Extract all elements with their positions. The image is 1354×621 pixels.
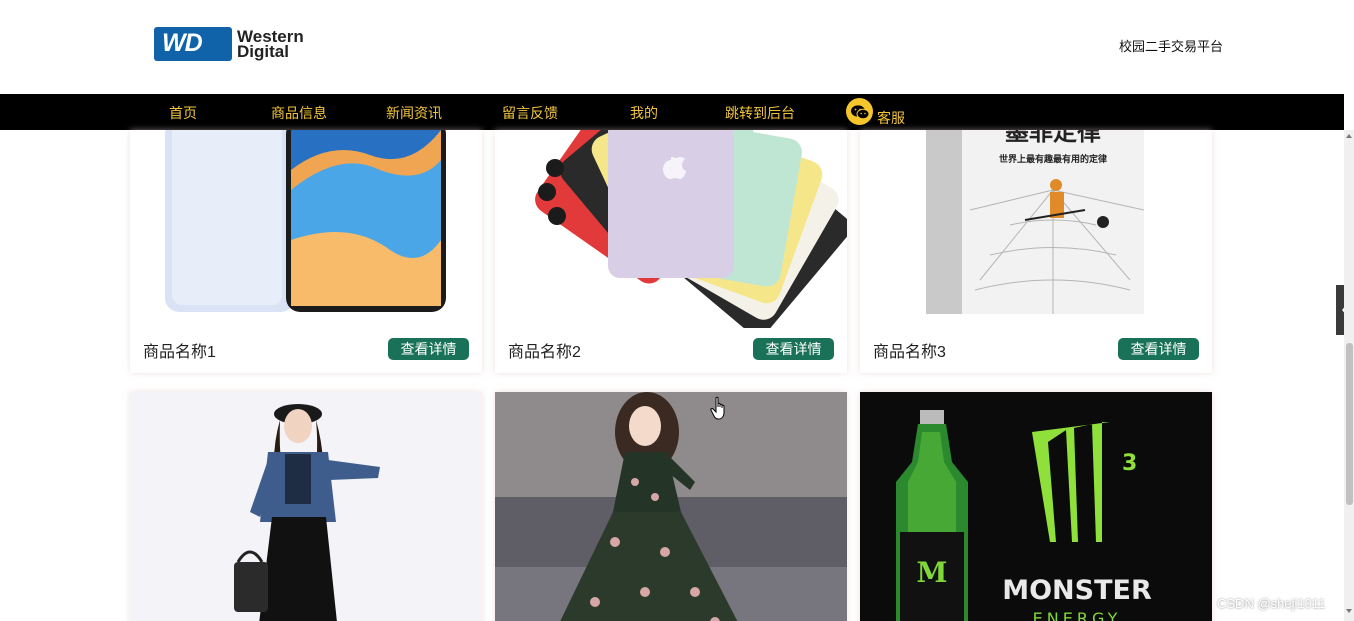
book-image: 墨菲定律 世界上最有趣最有用的定律 [860, 130, 1212, 328]
western-digital-logo[interactable]: WD Western Digital [154, 27, 304, 61]
hand-cursor-icon [710, 396, 725, 420]
monster-brand: MONSTER [1002, 575, 1152, 606]
nav-products[interactable]: 商品信息 [271, 103, 327, 123]
product-card[interactable]: M 3 MONSTER ENERGY [860, 392, 1212, 621]
product-name: 商品名称2 [508, 344, 581, 361]
view-details-button[interactable]: 查看详情 [753, 338, 834, 360]
wd-badge: WD [154, 27, 232, 61]
monster-tagline: ENERGY [1033, 609, 1122, 621]
product-card[interactable]: 墨菲定律 世界上最有趣最有用的定律 商品名称3 查看详情 [860, 130, 1212, 373]
product-name: 商品名称1 [143, 344, 216, 361]
nav-news[interactable]: 新闻资讯 [386, 103, 442, 123]
iphone-image [495, 130, 847, 328]
site-name: 校园二手交易平台 [1119, 39, 1224, 54]
csdn-watermark: CSDN @sheji1011 [1217, 596, 1326, 611]
site-header: WD Western Digital 校园二手交易平台 [0, 0, 1354, 94]
product-card[interactable] [130, 392, 482, 621]
main-nav: 首页 商品信息 新闻资讯 留言反馈 我的 跳转到后台 客服 [0, 94, 1344, 130]
nav-customer-service[interactable]: 客服 [877, 108, 905, 128]
wd-badge-text: WD [162, 29, 203, 57]
bottle-logo: M [917, 556, 948, 589]
wechat-icon[interactable] [846, 98, 873, 125]
product-card[interactable]: 商品名称1 查看详情 [130, 130, 482, 373]
view-details-button[interactable]: 查看详情 [1118, 338, 1199, 360]
product-card[interactable]: 商品名称2 查看详情 [495, 130, 847, 373]
logo-line-2: Digital [237, 42, 289, 61]
nav-home[interactable]: 首页 [169, 103, 197, 123]
logo-wordmark: Western Digital [237, 28, 304, 61]
floral-dress-image [495, 392, 847, 621]
nav-feedback[interactable]: 留言反馈 [502, 103, 558, 123]
book-subtitle: 世界上最有趣最有用的定律 [999, 153, 1107, 165]
scroll-down-arrow-icon[interactable] [1346, 609, 1352, 613]
monster-superscript: 3 [1122, 451, 1137, 476]
nav-admin[interactable]: 跳转到后台 [725, 103, 795, 123]
denim-jacket-image [130, 392, 482, 621]
nav-mine[interactable]: 我的 [630, 103, 658, 123]
book-title: 墨菲定律 [1005, 130, 1101, 146]
monster-energy-image: M 3 MONSTER ENERGY [860, 392, 1212, 621]
phone-image [130, 130, 482, 328]
scroll-up-arrow-icon[interactable] [1346, 134, 1352, 138]
scrollbar-thumb[interactable] [1346, 343, 1353, 505]
product-card[interactable] [495, 392, 847, 621]
view-details-button[interactable]: 查看详情 [388, 338, 469, 360]
product-name: 商品名称3 [873, 344, 946, 361]
